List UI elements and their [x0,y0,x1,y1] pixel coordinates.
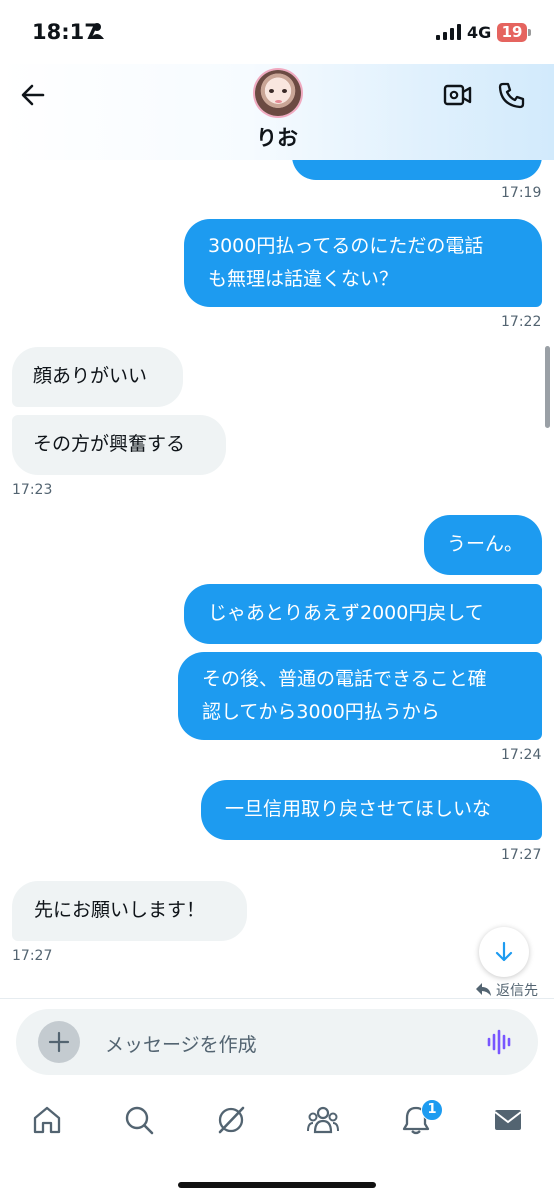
home-indicator[interactable] [178,1182,376,1188]
message-line: じゃあとりあえず2000円戻して [208,602,484,624]
message-timestamp: 17:24 [501,747,542,763]
message-timestamp: 17:23 [12,482,53,498]
message-thread[interactable]: 17:19 3000円払ってるのにただの電話 も無理は話違くない？ 17:22 … [0,160,554,998]
plus-icon [48,1031,70,1053]
scrollbar[interactable] [545,346,550,428]
network-type: 4G [467,23,492,42]
message-timestamp: 17:27 [501,847,542,863]
battery-tip [528,29,531,36]
status-bar: 18:17 4G 19 [0,0,554,64]
message-bubble-outgoing[interactable]: 3000円払ってるのにただの電話 も無理は話違くない？ [184,219,542,307]
contact-name[interactable]: りお [0,122,554,152]
arrow-down-icon [495,941,513,962]
message-bubble-outgoing[interactable]: うーん。 [424,515,542,575]
message-input[interactable]: メッセージを作成 [105,1030,257,1057]
communities-icon[interactable] [306,1104,340,1136]
message-line: 先にお願いします！ [34,899,206,921]
conversation-header: りお [0,64,554,160]
back-arrow-icon[interactable] [18,80,48,110]
grok-icon[interactable] [215,1104,247,1136]
bottom-tab-bar [0,1086,554,1161]
person-icon [90,23,104,39]
avatar-mouth [275,100,282,103]
battery-level: 19 [497,23,527,42]
scroll-to-bottom-button[interactable] [479,927,529,977]
voice-message-icon[interactable] [486,1029,514,1055]
message-line: その方が興奮する [33,433,186,455]
message-bubble-incoming[interactable]: 先にお願いします！ [12,881,247,941]
message-composer[interactable]: メッセージを作成 [16,1009,538,1075]
notifications-badge: 1 [421,1099,443,1121]
message-bubble-outgoing[interactable]: じゃあとりあえず2000円戻して [184,584,542,644]
message-line: も無理は話違くない？ [208,268,399,290]
message-line: 顔ありがいい [33,365,148,387]
avatar[interactable] [255,70,301,116]
reply-icon [476,983,491,996]
message-bubble-partial[interactable] [292,160,542,180]
messages-icon[interactable] [492,1104,524,1136]
search-icon[interactable] [123,1104,155,1136]
message-line: 3000円払ってるのにただの電話 [208,235,484,257]
message-timestamp: 17:19 [501,185,542,201]
reply-label[interactable]: 返信先 [496,980,538,1000]
avatar-eye-left [269,89,274,93]
add-media-button[interactable] [38,1021,80,1063]
message-line: 一旦信用取り戻させてほしいな [225,798,492,820]
message-timestamp: 17:22 [501,314,542,330]
message-line: 認してから3000円払うから [202,701,440,723]
message-bubble-incoming[interactable]: 顔ありがいい [12,347,183,407]
message-bubble-incoming[interactable]: その方が興奮する [12,415,226,475]
divider [0,998,554,999]
phone-call-icon[interactable] [497,80,527,110]
message-bubble-outgoing[interactable]: 一旦信用取り戻させてほしいな [201,780,542,840]
video-call-icon[interactable] [442,80,474,110]
avatar-eye-right [282,89,287,93]
message-timestamp: 17:27 [12,948,53,964]
home-icon[interactable] [31,1104,63,1136]
message-line: うーん。 [447,533,524,555]
signal-icon [436,24,461,40]
message-line: その後、普通の電話できること確 [202,668,487,690]
message-bubble-outgoing[interactable]: その後、普通の電話できること確 認してから3000円払うから [178,652,542,740]
